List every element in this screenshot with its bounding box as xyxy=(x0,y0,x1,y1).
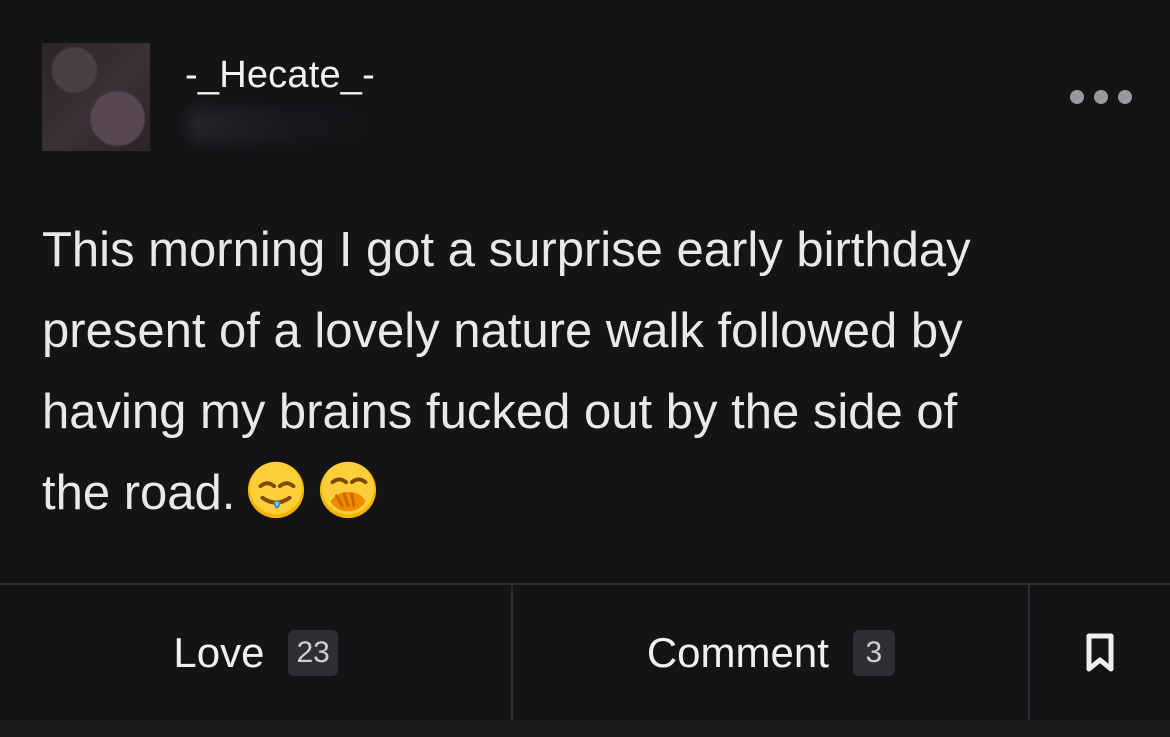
more-options-icon-dot xyxy=(1094,90,1108,104)
blurred-metadata xyxy=(188,108,376,142)
drooling-face-emoji-icon xyxy=(248,461,305,519)
love-button[interactable]: Love 23 xyxy=(0,585,511,720)
more-options-icon xyxy=(1070,90,1084,104)
user-avatar[interactable] xyxy=(42,43,150,151)
face-with-hand-over-mouth-emoji-icon xyxy=(320,461,377,519)
love-label: Love xyxy=(173,628,265,676)
more-options-icon-dot xyxy=(1118,90,1132,104)
post-body-line: present of a lovely nature walk followed… xyxy=(42,304,963,358)
post-body-line: having my brains fucked out by the side … xyxy=(42,385,958,439)
bookmark-button[interactable] xyxy=(1030,585,1170,720)
post-body: This morning I got a surprise early birt… xyxy=(42,210,1132,534)
username[interactable]: -_Hecate_- xyxy=(185,52,375,98)
avatar-image xyxy=(42,43,150,151)
post-header: -_Hecate_- xyxy=(0,0,1170,180)
bottom-edge xyxy=(0,720,1170,737)
comment-button[interactable]: Comment 3 xyxy=(513,585,1028,720)
comment-label: Comment xyxy=(646,628,829,676)
comment-count-badge: 3 xyxy=(852,629,895,676)
post-body-line: the road. xyxy=(42,466,236,520)
bookmark-icon xyxy=(1086,633,1114,671)
post-body-line: This morning I got a surprise early birt… xyxy=(42,223,971,277)
post-card: -_Hecate_- This morning I got a surprise… xyxy=(0,0,1170,737)
more-options-button[interactable] xyxy=(1070,86,1132,108)
love-count-badge: 23 xyxy=(288,629,338,676)
post-actions: Love 23 Comment 3 xyxy=(0,585,1170,720)
